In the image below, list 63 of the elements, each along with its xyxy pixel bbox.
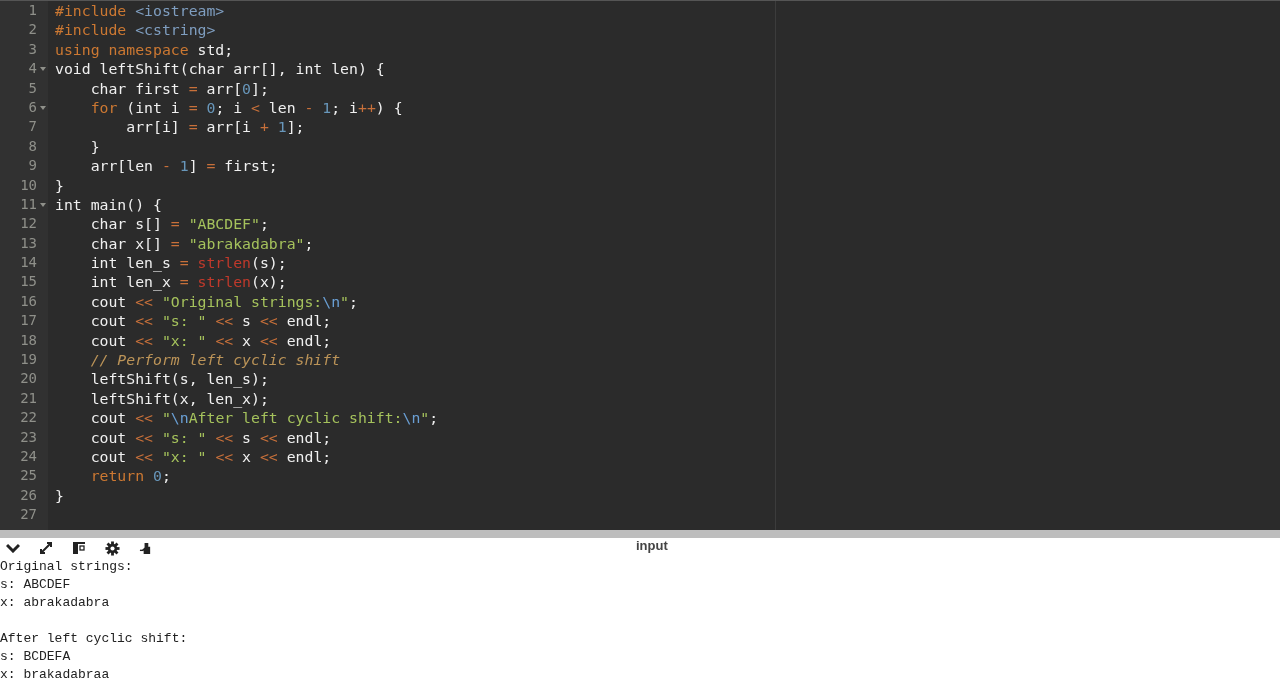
code-line: cout << "s: " << s << endl; <box>89 428 332 446</box>
code-line: int len_s = strlen(s); <box>89 254 287 272</box>
code-line: char first = arr[0]; <box>89 79 269 97</box>
fold-arrow-icon[interactable] <box>39 66 46 71</box>
line-number: 5 <box>28 78 37 98</box>
code-line: int main() { <box>55 195 162 213</box>
line-number: 12 <box>20 214 37 234</box>
code-line: cout << "s: " << s << endl; <box>89 312 332 330</box>
code-line: leftShift(s, len_s); <box>89 370 269 388</box>
line-number: 20 <box>20 369 37 389</box>
line-number: 23 <box>20 427 37 447</box>
code-line: using namespace std; <box>55 40 234 58</box>
settings-icon[interactable] <box>105 540 120 556</box>
line-number: 9 <box>28 156 37 176</box>
code-line: } <box>55 486 64 504</box>
line-number: 24 <box>20 447 37 466</box>
line-number: 27 <box>20 505 37 525</box>
line-number: 17 <box>20 311 37 331</box>
line-number: 8 <box>28 136 37 156</box>
line-number: 22 <box>20 408 37 428</box>
code-line: } <box>89 137 100 155</box>
line-number: 6 <box>28 97 37 117</box>
code-line: for (int i = 0; i < len - 1; i++) { <box>89 98 403 116</box>
fold-arrow-icon[interactable] <box>39 105 46 110</box>
code-line: leftShift(x, len_x); <box>89 389 269 407</box>
code-line: char x[] = "abrakadabra"; <box>89 234 314 252</box>
line-number: 25 <box>20 466 37 486</box>
line-number: 2 <box>28 20 37 40</box>
line-number: 4 <box>28 59 37 79</box>
panel-label: input <box>636 538 668 553</box>
line-number: 15 <box>20 272 37 292</box>
code-line: cout << "x: " << x << endl; <box>89 448 332 465</box>
line-number: 16 <box>20 291 37 311</box>
code-line: cout << "\nAfter left cyclic shift:\n"; <box>89 409 439 427</box>
line-number: 10 <box>20 175 37 195</box>
line-number: 1 <box>28 1 37 20</box>
fold-arrow-icon[interactable] <box>39 202 46 207</box>
code-line: arr[i] = arr[i + 1]; <box>125 118 305 136</box>
code-line: #include <cstring> <box>55 21 216 39</box>
panel-layout-icon[interactable] <box>72 541 86 555</box>
expand-icon[interactable] <box>39 541 53 555</box>
line-number: 3 <box>28 39 37 59</box>
line-number: 19 <box>20 350 37 370</box>
code-line: return 0; <box>89 467 171 485</box>
program-output: Original strings: s: ABCDEF x: abrakadabra After left cyclic shift: s: BCDEFA x: brakadabraa <box>0 558 189 684</box>
line-number: 18 <box>20 330 37 350</box>
line-number: 14 <box>20 253 37 273</box>
code-line: // Perform left cyclic shift <box>89 351 341 369</box>
line-number: 13 <box>20 233 37 253</box>
line-number: 26 <box>20 485 37 505</box>
line-number: 11 <box>20 194 37 214</box>
pointer-icon[interactable] <box>139 541 152 555</box>
code-line: void leftShift(char arr[], int len) { <box>55 60 385 78</box>
code-line: cout << "Original strings:\n"; <box>89 292 358 310</box>
line-number: 7 <box>28 117 37 137</box>
code-line: arr[len - 1] = first; <box>89 157 278 175</box>
code-line: cout << "x: " << x << endl; <box>89 331 332 349</box>
code-line: int len_x = strlen(x); <box>89 273 287 291</box>
code-line: char s[] = "ABCDEF"; <box>89 215 269 233</box>
chevron-down-icon[interactable] <box>6 543 20 553</box>
code-line: } <box>55 176 64 194</box>
code-line: #include <iostream> <box>55 2 225 19</box>
line-number: 21 <box>20 388 37 408</box>
